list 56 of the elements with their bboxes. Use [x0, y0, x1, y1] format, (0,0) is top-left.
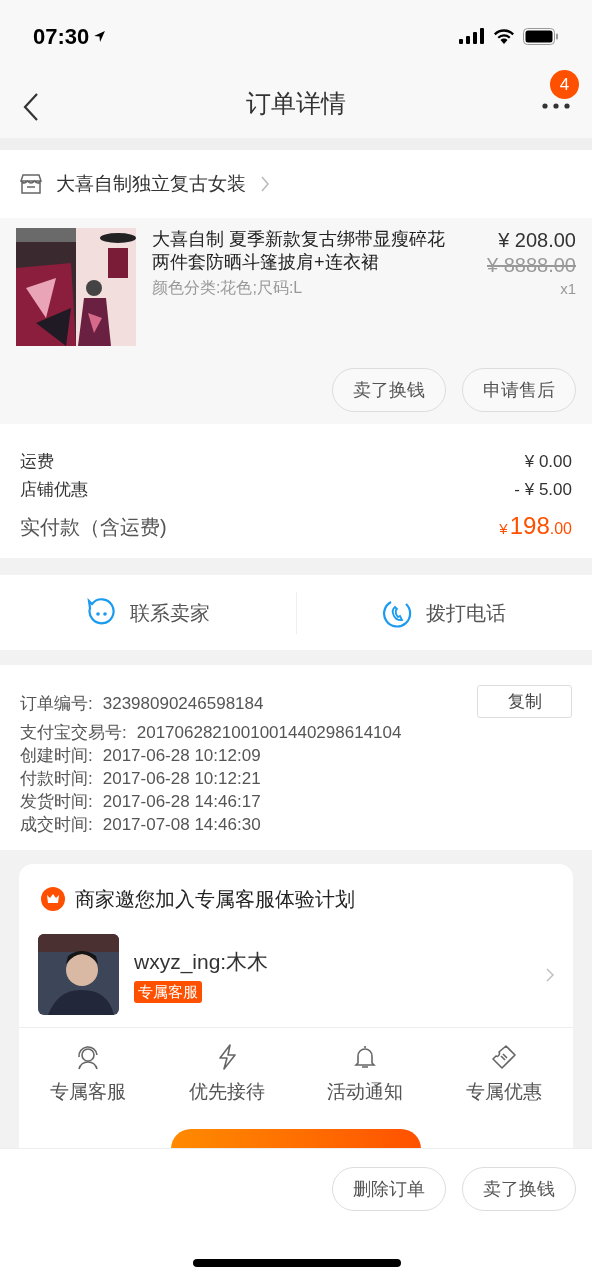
- total-label: 实付款（含运费): [20, 515, 167, 540]
- product-price: ¥ 208.00: [498, 228, 576, 252]
- info-value: 2017-06-28 10:12:21: [102, 768, 261, 790]
- info-label: 创建时间:: [20, 745, 93, 767]
- info-label: 订单编号:: [20, 692, 93, 715]
- cost-label: 运费: [20, 451, 54, 474]
- back-icon[interactable]: [22, 92, 40, 122]
- crown-icon: [41, 887, 65, 911]
- benefit-label: 活动通知: [327, 1080, 404, 1104]
- signal-icon: [459, 28, 485, 44]
- bell-icon: [353, 1044, 378, 1070]
- info-label: 支付宝交易号:: [20, 722, 127, 744]
- shop-name: 大喜自制独立复古女装: [56, 171, 246, 196]
- info-value: 2017-07-08 14:46:30: [102, 814, 261, 836]
- agent-tag: 专属客服: [134, 981, 202, 1004]
- action-button[interactable]: 卖了换钱: [462, 1167, 576, 1211]
- location-arrow-icon: [93, 29, 107, 43]
- info-value: 32398090246598184: [102, 692, 264, 715]
- info-label: 发货时间:: [20, 791, 93, 813]
- total-amount: ¥198.00: [499, 511, 572, 541]
- quantity: x1: [560, 279, 576, 299]
- benefit-label: 专属优惠: [465, 1080, 542, 1104]
- info-value: 2017062821001001440298614104: [136, 722, 402, 744]
- shop-row[interactable]: 大喜自制独立复古女装: [0, 150, 592, 218]
- notification-badge: 4: [550, 70, 579, 99]
- action-button[interactable]: 删除订单: [332, 1167, 446, 1211]
- benefit-label: 专属客服: [50, 1080, 127, 1104]
- wifi-icon: [493, 28, 515, 44]
- contact-button[interactable]: 联系卖家: [0, 591, 296, 634]
- store-icon: [20, 173, 42, 195]
- info-label: 付款时间:: [20, 768, 93, 790]
- contact-button[interactable]: 拨打电话: [295, 591, 592, 634]
- product-spec: 颜色分类:花色;尺码:L: [152, 278, 304, 298]
- action-button[interactable]: 卖了换钱: [332, 368, 446, 412]
- info-label: 成交时间:: [20, 814, 93, 836]
- page-title: 订单详情: [246, 88, 346, 120]
- ticket-icon: [490, 1044, 517, 1070]
- info-value: 2017-06-28 10:12:09: [102, 745, 261, 767]
- cost-value: - ¥ 5.00: [514, 479, 572, 502]
- original-price: ¥ 8888.00: [487, 253, 576, 278]
- agent-row[interactable]: wxyz_ing:木木 专属客服: [19, 934, 573, 1028]
- claim-button[interactable]: [171, 1128, 421, 1149]
- product-title: 大喜自制 夏季新款复古绑带显瘦碎花两件套防晒斗篷披肩+连衣裙: [152, 228, 446, 274]
- copy-button[interactable]: 复制: [477, 685, 572, 718]
- benefit-label: 优先接待: [188, 1080, 265, 1104]
- cost-label: 店铺优惠: [20, 479, 88, 502]
- status-time: 07:30: [33, 22, 90, 51]
- chevron-right-icon: [546, 967, 554, 982]
- action-button[interactable]: 申请售后: [462, 368, 576, 412]
- battery-icon: [523, 27, 559, 45]
- info-value: 2017-06-28 14:46:17: [102, 791, 261, 813]
- cost-value: ¥ 0.00: [524, 451, 572, 474]
- invite-title: 商家邀您加入专属客服体验计划: [75, 887, 355, 912]
- more-icon[interactable]: [542, 103, 570, 109]
- agent-name: wxyz_ing:木木: [134, 948, 269, 976]
- chevron-right-icon: [260, 176, 270, 192]
